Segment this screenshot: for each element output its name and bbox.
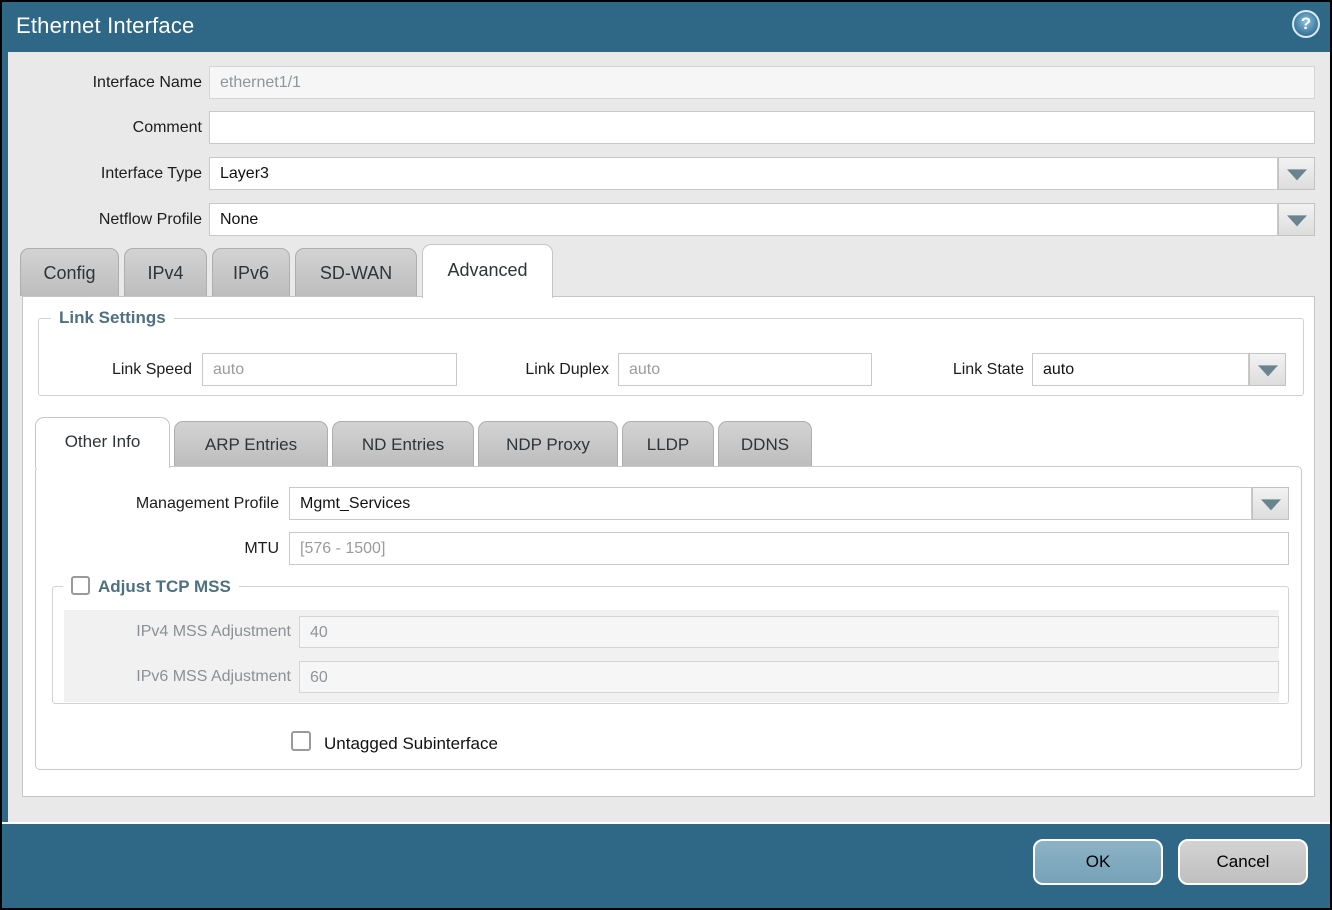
subtab-other-info[interactable]: Other Info (35, 417, 170, 468)
comment-label: Comment (22, 111, 202, 144)
ethernet-interface-dialog: Ethernet Interface ? Interface Name Comm… (0, 0, 1332, 910)
subtab-nd-entries[interactable]: ND Entries (332, 421, 474, 466)
link-speed-field[interactable] (202, 353, 457, 386)
adjust-tcp-mss-legend: Adjust TCP MSS (63, 573, 239, 599)
ipv6-mss-field: 60 (299, 661, 1279, 693)
tab-advanced[interactable]: Advanced (422, 244, 553, 298)
interface-type-label: Interface Type (22, 157, 202, 190)
subtab-ndp-proxy[interactable]: NDP Proxy (478, 421, 618, 466)
dialog-footer: OK Cancel (2, 822, 1330, 908)
ipv6-mss-label: IPv6 MSS Adjustment (91, 661, 291, 693)
adjust-tcp-mss-checkbox[interactable] (71, 576, 90, 595)
subtab-lldp[interactable]: LLDP (622, 421, 714, 466)
comment-field[interactable] (209, 111, 1315, 144)
link-settings-legend: Link Settings (51, 306, 174, 330)
interface-name-field (209, 66, 1315, 99)
ipv4-mss-label: IPv4 MSS Adjustment (91, 616, 291, 648)
management-profile-label: Management Profile (79, 487, 279, 520)
untagged-subinterface-checkbox[interactable] (291, 731, 311, 751)
tab-ipv4[interactable]: IPv4 (124, 248, 207, 296)
link-duplex-field[interactable] (618, 353, 872, 386)
dialog-title: Ethernet Interface (16, 13, 194, 39)
interface-type-select[interactable]: Layer3 (209, 157, 1278, 190)
netflow-profile-select[interactable]: None (209, 203, 1278, 236)
link-speed-label: Link Speed (42, 353, 192, 386)
mtu-field[interactable] (289, 532, 1289, 565)
subtab-ddns[interactable]: DDNS (718, 421, 812, 466)
netflow-profile-label: Netflow Profile (22, 203, 202, 236)
frame-left-strip (2, 52, 8, 824)
untagged-subinterface-label: Untagged Subinterface (324, 733, 498, 755)
management-profile-dropdown-button[interactable] (1252, 487, 1289, 520)
help-icon[interactable]: ? (1292, 10, 1320, 38)
link-state-select[interactable]: auto (1032, 353, 1249, 386)
chevron-down-icon (1261, 499, 1281, 510)
tab-ipv6[interactable]: IPv6 (212, 248, 290, 296)
tab-sdwan[interactable]: SD-WAN (295, 248, 417, 296)
subtab-arp-entries[interactable]: ARP Entries (174, 421, 328, 466)
chevron-down-icon (1287, 215, 1307, 226)
adjust-tcp-mss-legend-text: Adjust TCP MSS (98, 577, 231, 596)
management-profile-select[interactable]: Mgmt_Services (289, 487, 1252, 520)
cancel-button[interactable]: Cancel (1178, 839, 1308, 885)
chevron-down-icon (1287, 169, 1307, 180)
dialog-titlebar: Ethernet Interface ? (2, 2, 1330, 52)
link-duplex-label: Link Duplex (459, 353, 609, 386)
chevron-down-icon (1258, 365, 1278, 376)
tab-config[interactable]: Config (20, 248, 119, 296)
mtu-label: MTU (79, 532, 279, 565)
interface-type-dropdown-button[interactable] (1278, 157, 1315, 190)
link-state-label: Link State (874, 353, 1024, 386)
link-state-dropdown-button[interactable] (1249, 353, 1286, 386)
ipv4-mss-field: 40 (299, 616, 1279, 648)
ok-button[interactable]: OK (1033, 839, 1163, 885)
interface-name-label: Interface Name (22, 66, 202, 99)
netflow-profile-dropdown-button[interactable] (1278, 203, 1315, 236)
